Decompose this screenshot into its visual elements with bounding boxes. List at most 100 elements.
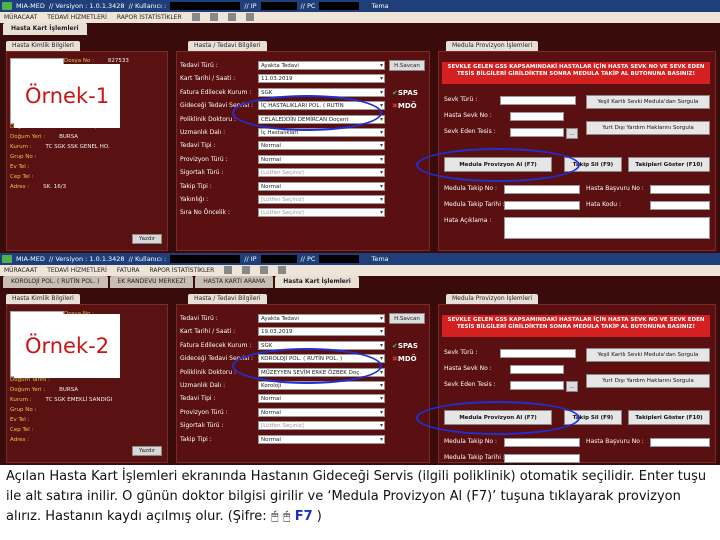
menu-item[interactable]: TEDAVİ HİZMETLERİ	[47, 12, 107, 23]
field-select[interactable]: İç Hastalıkları	[258, 128, 385, 137]
field-select[interactable]: [Lütfen Seçiniz]	[258, 208, 385, 218]
referral-query-button[interactable]: Yeşil Kartlı Sevki Medula'dan Sorgula	[586, 348, 710, 362]
tab-item[interactable]: EK RANDEVU MERKEZİ	[109, 276, 194, 288]
field-select[interactable]: Normal	[258, 154, 385, 164]
identity-row: Cep Tel :	[10, 427, 47, 433]
field-select[interactable]: Normal	[258, 407, 385, 417]
referral-input[interactable]	[510, 381, 564, 390]
tab-item[interactable]: KOROLOJİ POL. ( RUTİN POL. )	[3, 276, 108, 288]
menu-item[interactable]: FATURA	[117, 265, 140, 276]
mdo-label: MDÖ	[397, 355, 417, 363]
field-select[interactable]: Normal	[258, 181, 385, 191]
field-select[interactable]: Ayakta Tedavi	[258, 314, 385, 323]
toolbar-icon[interactable]	[242, 266, 251, 274]
field-select[interactable]: Normal	[258, 434, 385, 444]
basvuru-input[interactable]	[650, 438, 710, 447]
print-button[interactable]: Yazdır	[132, 446, 163, 456]
toolbar-icon[interactable]	[245, 13, 254, 21]
field-select[interactable]: Normal	[258, 141, 385, 151]
hsavcan-button[interactable]: H.Savcan	[389, 313, 425, 324]
referral-label: Sevk Türü :	[444, 349, 478, 356]
menu-item[interactable]: MÜRACAAT	[4, 12, 37, 23]
caption-key: F7	[294, 509, 313, 524]
provision-button-0[interactable]: Medula Provizyon Al (F7)	[444, 157, 552, 172]
menu-item[interactable]: RAPOR İSTATİSTİKLER	[117, 12, 182, 23]
treatment-field: Tedavi Tipi : Normal	[180, 140, 385, 151]
caption-end: )	[312, 509, 322, 524]
hsavcan-button[interactable]: H.Savcan	[389, 60, 425, 71]
referral-query-button[interactable]: Yeşil Kartlı Sevki Medula'dan Sorgula	[586, 95, 710, 109]
field-select[interactable]: [Lütfen Seçiniz]	[258, 195, 385, 204]
tab-item[interactable]: Hasta Kart İşlemleri	[275, 276, 359, 288]
takip-input[interactable]	[504, 438, 580, 447]
basvuru-label: Hasta Başvuru No :	[586, 185, 644, 192]
identity-label: Cep Tel :	[10, 427, 34, 433]
print-button[interactable]: Yazdır	[132, 234, 163, 244]
menu-item[interactable]: RAPOR İSTATİSTİKLER	[149, 265, 214, 276]
field-select[interactable]: İÇ HASTALIKLARI POL. ( RUTİN	[258, 101, 385, 111]
field-select[interactable]: SGK	[258, 340, 385, 350]
provision-button-1[interactable]: Takip Sil (F9)	[564, 410, 622, 425]
field-label: Provizyon Türü :	[180, 155, 228, 163]
identity-row: Ev Tel :	[10, 164, 43, 170]
field-select[interactable]: 19.03.2019	[258, 327, 385, 337]
referral-query-button[interactable]: Yurt Dışı Yardım Haklarını Sorgula	[586, 374, 710, 388]
referral-input[interactable]	[500, 96, 576, 105]
theme-label[interactable]: Tema	[371, 0, 388, 12]
field-label: Sigortalı Türü :	[180, 169, 224, 177]
toolbar-icon[interactable]	[227, 13, 236, 21]
field-label: Poliklinik Doktoru :	[180, 368, 237, 376]
ip-redacted	[260, 2, 297, 10]
provision-button-1[interactable]: Takip Sil (F9)	[564, 157, 622, 172]
toolbar-icon[interactable]	[191, 13, 200, 21]
toolbar-icon[interactable]	[260, 266, 269, 274]
takip-input[interactable]	[504, 454, 580, 463]
basvuru-input[interactable]	[650, 201, 710, 210]
search-ellipsis-button[interactable]: ...	[566, 381, 578, 392]
provision-button-0[interactable]: Medula Provizyon Al (F7)	[444, 410, 552, 425]
field-select[interactable]: SGK	[258, 87, 385, 97]
menu-item[interactable]: TEDAVİ HİZMETLERİ	[47, 265, 107, 276]
basvuru-label: Hasta Başvuru No :	[586, 438, 644, 445]
identity-row: Grup No :	[10, 407, 50, 413]
toolbar-icon[interactable]	[278, 266, 287, 274]
identity-row: Kurum : TC SGK EMEKLİ SANDIĞI	[10, 397, 112, 403]
takip-label: Medula Takip Tarihi :	[444, 454, 505, 461]
treatment-field: Gideceği Tedavi Servisi : KOROLOJİ POL. (…	[180, 353, 385, 364]
basvuru-input[interactable]	[650, 185, 710, 194]
pc-redacted	[319, 255, 360, 263]
referral-label: Hasta Sevk No :	[444, 365, 492, 372]
provision-button-2[interactable]: Takipleri Göster (F10)	[628, 410, 710, 425]
field-select[interactable]: Normal	[258, 394, 385, 404]
search-ellipsis-button[interactable]: ...	[566, 128, 578, 139]
basvuru-label: Hata Kodu :	[586, 201, 621, 208]
takip-input[interactable]	[504, 201, 580, 210]
provision-button-2[interactable]: Takipleri Göster (F10)	[628, 157, 710, 172]
field-select[interactable]: MÜZEYYEN SEVİM ERKE ÖZBEK Doç.	[258, 367, 385, 377]
menu-item[interactable]: MÜRACAAT	[4, 265, 37, 276]
field-select[interactable]: CELALEDDİN DEMİRCAN Doçent	[258, 114, 385, 124]
menu-bar: MÜRACAAT TEDAVİ HİZMETLERİ FATURA RAPOR İST…	[0, 265, 720, 276]
referral-query-button[interactable]: Yurt Dışı Yardım Haklarını Sorgula	[586, 121, 710, 135]
version-text: // Versiyon : 1.0.1.3428	[48, 2, 125, 10]
field-select[interactable]: Koroloji	[258, 381, 385, 390]
field-select[interactable]: Ayakta Tedavi	[258, 61, 385, 70]
takip-input[interactable]	[504, 185, 580, 194]
identity-row: Grup No :	[10, 154, 50, 160]
field-select[interactable]: KOROLOJİ POL. ( RUTİN POL. )	[258, 354, 385, 364]
field-select[interactable]: [Lütfen Seçiniz]	[258, 168, 385, 178]
referral-input[interactable]	[500, 349, 576, 358]
treatment-field: Gideceği Tedavi Servisi : İÇ HASTALIKLARI…	[180, 100, 385, 111]
tab-item[interactable]: Hasta Kart İşlemleri	[3, 23, 87, 35]
error-description-input[interactable]	[504, 217, 710, 239]
referral-input[interactable]	[510, 112, 564, 121]
example-label: Örnek-2	[14, 314, 120, 378]
tab-item[interactable]: HASTA KARTI ARAMA	[195, 276, 274, 288]
referral-input[interactable]	[510, 128, 564, 137]
referral-input[interactable]	[510, 365, 564, 374]
theme-label[interactable]: Tema	[371, 253, 388, 265]
field-select[interactable]: 11.03.2019	[258, 74, 385, 84]
toolbar-icon[interactable]	[209, 13, 218, 21]
field-select[interactable]: [Lütfen Seçiniz]	[258, 421, 385, 431]
toolbar-icon[interactable]	[224, 266, 233, 274]
